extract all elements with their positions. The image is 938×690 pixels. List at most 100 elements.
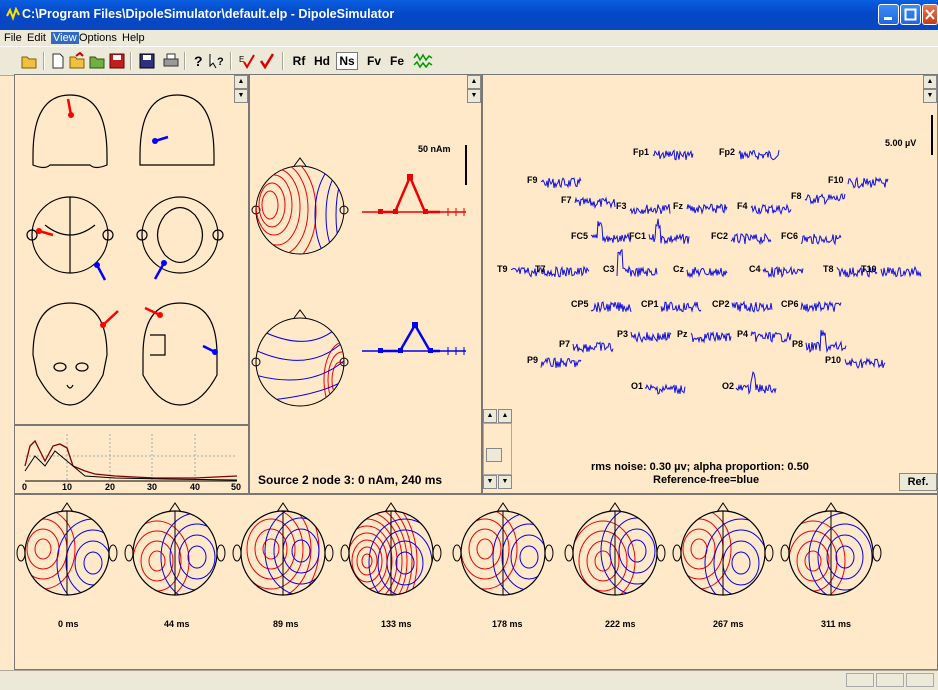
spectrum-panel: 0 10 20 30 40 50 — [14, 425, 249, 494]
open-recent-icon[interactable] — [88, 52, 106, 70]
new-file-icon[interactable] — [50, 52, 66, 70]
reference-info-text: Reference-free=blue — [653, 474, 760, 486]
ref-button[interactable]: Ref. — [899, 473, 937, 491]
eeg-scale-up-right-button[interactable]: ▲ — [498, 409, 512, 423]
eeg-trace-fp1 — [652, 149, 694, 161]
toolbar: ? ? E Rf Hd Ns Fv Fe — [0, 46, 938, 76]
save-icon[interactable] — [138, 52, 156, 70]
map-time-label: 267 ms — [713, 619, 744, 629]
toolbar-hd-button[interactable]: Hd — [311, 52, 333, 70]
channel-label-cp6: CP6 — [781, 299, 799, 309]
spectrum-tick: 20 — [105, 482, 116, 492]
slider-thumb[interactable] — [486, 448, 502, 462]
eeg-scale-down-right-button[interactable]: ▼ — [498, 475, 512, 489]
channel-label-f4: F4 — [737, 201, 748, 211]
head-views-drawing — [26, 94, 224, 406]
channel-label-fz: Fz — [673, 201, 683, 211]
eeg-vertical-slider[interactable] — [483, 423, 512, 475]
toolbar-rf-button[interactable]: Rf — [289, 52, 309, 70]
eeg-panel: 5.00 µV Fp1 Fp2 F9 F7 F3 Fz F4 F8 F10 FC5 FC1 FC2 FC… — [482, 74, 938, 494]
check-all-icon[interactable]: E — [238, 52, 256, 70]
toolbar-fe-button[interactable]: Fe — [386, 52, 408, 70]
eeg-trace-cp6 — [800, 300, 842, 313]
eeg-traces-drawing — [510, 115, 933, 395]
channel-label-f10: F10 — [828, 175, 844, 185]
eeg-scale-up-left-button[interactable]: ▲ — [483, 409, 497, 423]
status-bar — [0, 670, 938, 690]
channel-label-cz: Cz — [673, 264, 684, 274]
eeg-trace-cp5 — [590, 301, 632, 314]
menu-edit[interactable]: Edit — [27, 32, 46, 44]
eeg-scroll-down-button[interactable]: ▼ — [923, 89, 937, 103]
scroll-down-button[interactable]: ▼ — [234, 89, 248, 103]
channel-label-cp5: CP5 — [571, 299, 589, 309]
dipole-views-panel: ▲ ▼ — [14, 74, 249, 425]
eeg-trace-p3 — [630, 331, 672, 344]
eeg-trace-f3 — [629, 204, 671, 215]
toolbar-fv-button[interactable]: Fv — [364, 52, 384, 70]
topomap-7 — [780, 502, 882, 596]
help-icon[interactable]: ? — [192, 52, 206, 70]
source-scroll-up-button[interactable]: ▲ — [467, 75, 481, 89]
minimize-button[interactable] — [878, 4, 899, 25]
channel-label-o1: O1 — [631, 381, 644, 391]
eeg-trace-t7 — [548, 265, 590, 278]
channel-label-cp2: CP2 — [712, 299, 730, 309]
maximize-button[interactable] — [900, 4, 921, 25]
menu-view[interactable]: View — [51, 32, 79, 44]
channel-label-o2: O2 — [722, 381, 735, 391]
channel-label-t7: T7 — [535, 264, 546, 274]
eeg-trace-p4 — [750, 330, 792, 343]
menu-bar: File Edit View Options Help — [0, 30, 938, 46]
menu-file[interactable]: File — [4, 32, 22, 44]
map-time-label: 222 ms — [605, 619, 636, 629]
channel-label-pz: Pz — [677, 329, 688, 339]
close-icon — [925, 9, 935, 20]
eeg-trace-o1 — [644, 383, 686, 395]
save-as-icon[interactable] — [108, 52, 126, 70]
open-file-icon[interactable] — [68, 52, 86, 70]
channel-label-c4: C4 — [749, 264, 761, 274]
spectrum-tick: 0 — [22, 482, 28, 492]
waveform-icon[interactable] — [413, 52, 433, 70]
title-bar: C:\Program Files\DipoleSimulator\default… — [0, 0, 938, 30]
map-time-label: 89 ms — [273, 619, 299, 629]
print-icon[interactable] — [162, 52, 180, 70]
eeg-scroll-up-button[interactable]: ▲ — [923, 75, 937, 89]
eeg-trace-c3 — [616, 249, 658, 278]
channel-label-fc2: FC2 — [711, 231, 729, 241]
app-icon — [6, 6, 20, 26]
channel-label-fp2: Fp2 — [719, 147, 736, 157]
source-scroll-down-button[interactable]: ▼ — [467, 89, 481, 103]
map-time-label: 178 ms — [492, 619, 523, 629]
map-time-label: 0 ms — [58, 619, 79, 629]
check-icon[interactable] — [258, 52, 276, 70]
open-folder-icon[interactable] — [20, 52, 38, 70]
topomap-6 — [672, 502, 774, 596]
channel-label-t9: T9 — [497, 264, 508, 274]
svg-text:?: ? — [194, 53, 203, 69]
close-button[interactable] — [922, 4, 938, 25]
source-maps-drawing — [251, 145, 467, 407]
eeg-trace-c4 — [762, 265, 804, 279]
eeg-trace-fc5 — [590, 221, 632, 244]
eeg-scale-down-left-button[interactable]: ▼ — [483, 475, 497, 489]
maps-panel: 0 ms 44 ms 89 ms 133 ms 178 ms 222 ms 26… — [14, 494, 938, 670]
topomap-2 — [232, 502, 334, 596]
channel-label-p9: P9 — [527, 355, 539, 365]
scroll-up-button[interactable]: ▲ — [234, 75, 248, 89]
eeg-trace-pz — [690, 331, 732, 344]
eeg-scale-label: 5.00 µV — [885, 138, 917, 148]
source-status-text: Source 2 node 3: 0 nAm, 240 ms — [258, 473, 443, 487]
eeg-trace-cz — [686, 267, 728, 279]
noise-info-text: rms noise: 0.30 µv; alpha proportion: 0.… — [591, 461, 809, 473]
toolbar-ns-button[interactable]: Ns — [336, 52, 358, 70]
channel-label-f3: F3 — [616, 201, 627, 211]
menu-help[interactable]: Help — [122, 32, 145, 44]
menu-options[interactable]: Options — [79, 32, 117, 44]
channel-label-p7: P7 — [559, 339, 571, 349]
context-help-icon[interactable]: ? — [208, 52, 226, 70]
spectrum-tick: 30 — [147, 482, 158, 492]
eeg-trace-f9 — [540, 176, 582, 189]
channel-label-f9: F9 — [527, 175, 538, 185]
